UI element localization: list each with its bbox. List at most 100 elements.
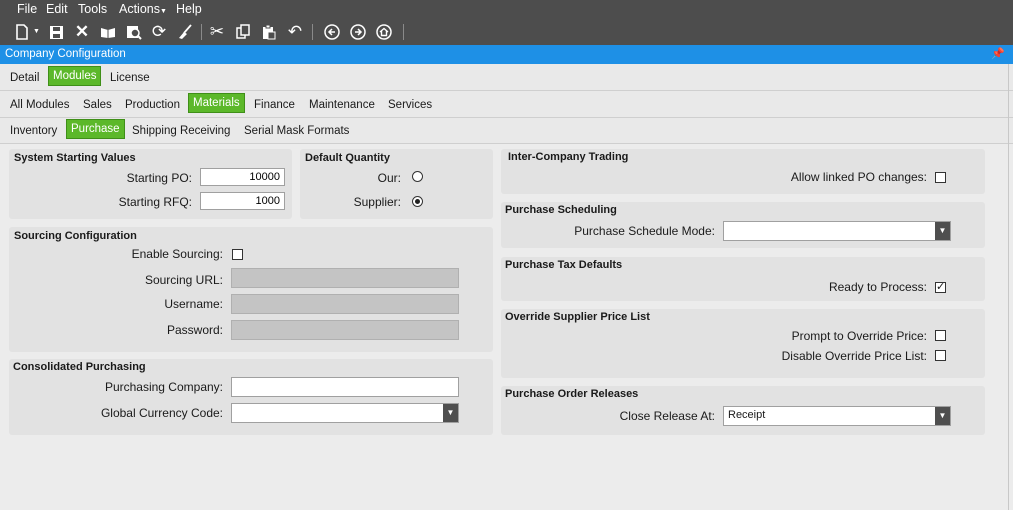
panel-title: System Starting Values (14, 152, 136, 164)
toolbar: ▼ ✕ ⟳ ✂ ↶ (0, 19, 1013, 45)
global-currency-label: Global Currency Code: (100, 406, 223, 420)
tab-all-modules[interactable]: All Modules (10, 99, 69, 111)
close-release-at-label: Close Release At: (619, 409, 715, 423)
allow-linked-po-checkbox[interactable] (935, 172, 946, 183)
purchasing-company-label: Purchasing Company: (104, 380, 223, 394)
panel-title: Purchase Tax Defaults (505, 259, 623, 271)
toolbar-separator (403, 24, 404, 40)
copy-icon[interactable] (233, 22, 253, 42)
starting-po-label: Starting PO: (126, 171, 192, 185)
sourcing-url-label: Sourcing URL: (144, 273, 223, 287)
override-supplier-price-list-panel: Override Supplier Price List Prompt to O… (501, 309, 985, 378)
purchasing-company-input[interactable] (231, 377, 459, 397)
panel-title: Inter-Company Trading (508, 151, 629, 163)
purchase-schedule-mode-label: Purchase Schedule Mode: (574, 224, 715, 238)
supplier-label: Supplier: (353, 195, 401, 209)
panel-title: Purchase Scheduling (505, 204, 617, 216)
starting-po-input[interactable] (200, 168, 285, 186)
purchase-scheduling-panel: Purchase Scheduling Purchase Schedule Mo… (501, 202, 985, 248)
tab-maintenance[interactable]: Maintenance (309, 99, 375, 111)
tab-serial-mask-formats[interactable]: Serial Mask Formats (244, 125, 349, 137)
allow-linked-po-label: Allow linked PO changes: (790, 170, 927, 184)
enable-sourcing-checkbox[interactable] (232, 249, 243, 260)
refresh-icon[interactable]: ⟳ (149, 22, 169, 42)
prompt-override-price-checkbox[interactable] (935, 330, 946, 341)
tab-finance[interactable]: Finance (254, 99, 295, 111)
delete-icon[interactable]: ✕ (72, 22, 92, 42)
prompt-override-price-label: Prompt to Override Price: (791, 329, 927, 343)
menu-edit[interactable]: Edit (46, 2, 68, 16)
global-currency-combo[interactable]: ▼ (231, 403, 459, 423)
open-book-icon[interactable] (98, 22, 118, 42)
toolbar-separator (312, 24, 313, 40)
menu-actions-label: Actions (119, 2, 160, 16)
tab-materials[interactable]: Materials (188, 93, 245, 113)
starting-rfq-input[interactable] (200, 192, 285, 210)
window-border (1008, 64, 1009, 510)
tab-license[interactable]: License (110, 72, 150, 84)
paste-icon[interactable] (259, 22, 279, 42)
chevron-down-icon[interactable]: ▼ (443, 404, 458, 422)
home-icon[interactable] (374, 22, 394, 42)
our-label: Our: (377, 171, 401, 185)
clear-broom-icon[interactable] (175, 22, 195, 42)
window-title: Company Configuration (5, 48, 126, 60)
tab-row-main: Detail Modules License (0, 64, 1013, 91)
supplier-radio[interactable] (412, 196, 423, 207)
tab-row-materials: Inventory Purchase Shipping Receiving Se… (0, 118, 1013, 144)
new-dropdown-icon[interactable]: ▼ (33, 28, 40, 35)
tab-shipping-receiving[interactable]: Shipping Receiving (132, 125, 230, 137)
ready-to-process-label: Ready to Process: (828, 280, 927, 294)
tab-production[interactable]: Production (125, 99, 180, 111)
chevron-down-icon[interactable]: ▼ (935, 222, 950, 240)
tab-detail[interactable]: Detail (10, 72, 39, 84)
purchase-tax-defaults-panel: Purchase Tax Defaults Ready to Process: … (501, 257, 985, 301)
toolbar-separator (201, 24, 202, 40)
menu-file[interactable]: File (17, 2, 37, 16)
tab-sales[interactable]: Sales (83, 99, 112, 111)
password-label: Password: (166, 323, 223, 337)
panel-title: Override Supplier Price List (505, 311, 650, 323)
window-title-bar: Company Configuration 📌 (0, 45, 1013, 64)
panel-title: Sourcing Configuration (14, 230, 137, 242)
ready-to-process-checkbox[interactable]: ✓ (935, 282, 946, 293)
inter-company-trading-panel: Inter-Company Trading Allow linked PO ch… (501, 149, 985, 194)
username-input (231, 294, 459, 314)
search-icon[interactable] (124, 22, 144, 42)
new-icon[interactable] (12, 22, 32, 42)
menu-tools[interactable]: Tools (78, 2, 107, 16)
tab-inventory[interactable]: Inventory (10, 125, 57, 137)
disable-override-price-list-checkbox[interactable] (935, 350, 946, 361)
save-icon[interactable] (46, 22, 66, 42)
default-quantity-panel: Default Quantity Our: Supplier: (300, 149, 493, 219)
back-arrow-icon[interactable] (322, 22, 342, 42)
cut-icon[interactable]: ✂ (207, 22, 227, 42)
starting-rfq-label: Starting RFQ: (118, 195, 192, 209)
caret-down-icon: ▼ (160, 8, 167, 15)
forward-arrow-icon[interactable] (348, 22, 368, 42)
tab-purchase[interactable]: Purchase (66, 119, 125, 139)
consolidated-purchasing-panel: Consolidated Purchasing Purchasing Compa… (9, 359, 493, 435)
username-label: Username: (164, 297, 223, 311)
panel-title: Default Quantity (305, 152, 390, 164)
sourcing-configuration-panel: Sourcing Configuration Enable Sourcing: … (9, 227, 493, 352)
panel-title: Consolidated Purchasing (13, 361, 146, 373)
menu-actions[interactable]: Actions▼ (119, 2, 167, 16)
tab-row-modules: All Modules Sales Production Materials F… (0, 91, 1013, 118)
close-release-at-combo[interactable]: Receipt ▼ (723, 406, 951, 426)
undo-icon[interactable]: ↶ (285, 22, 305, 42)
close-release-at-value: Receipt (728, 409, 766, 421)
chevron-down-icon[interactable]: ▼ (935, 407, 950, 425)
disable-override-price-list-label: Disable Override Price List: (781, 349, 927, 363)
menu-help[interactable]: Help (176, 2, 202, 16)
pin-icon[interactable]: 📌 (991, 47, 1005, 60)
tab-modules[interactable]: Modules (48, 66, 102, 86)
our-radio[interactable] (412, 171, 423, 182)
system-starting-values-panel: System Starting Values Starting PO: Star… (9, 149, 292, 219)
password-input (231, 320, 459, 340)
purchase-order-releases-panel: Purchase Order Releases Close Release At… (501, 386, 985, 435)
purchase-schedule-mode-combo[interactable]: ▼ (723, 221, 951, 241)
menu-bar: File Edit Tools Actions▼ Help (0, 0, 1013, 19)
tab-services[interactable]: Services (388, 99, 432, 111)
enable-sourcing-label: Enable Sourcing: (131, 247, 223, 261)
